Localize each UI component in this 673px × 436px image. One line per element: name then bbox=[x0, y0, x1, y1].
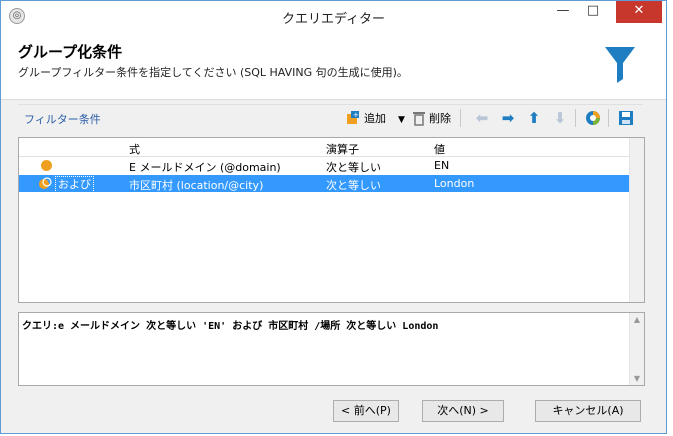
add-dropdown-arrow-icon[interactable]: ▼ bbox=[398, 112, 405, 128]
query-scrollbar[interactable]: ▲ ▼ bbox=[629, 313, 644, 385]
wizard-header: グループ化条件 グループフィルター条件を指定してください (SQL HAVING… bbox=[1, 31, 666, 100]
page-title: グループ化条件 bbox=[18, 43, 123, 61]
filter-section: フィルター条件 + 追加 ▼ 削除 ⬅ ➡ ⬆ ⬇ bbox=[18, 104, 643, 131]
condition-row-selected[interactable]: および 市区町村 (location/@city) 次と等しい London bbox=[19, 175, 630, 193]
row-operator[interactable]: 次と等しい bbox=[326, 177, 381, 193]
toolbar-separator bbox=[575, 109, 576, 127]
close-button[interactable]: ✕ bbox=[616, 1, 662, 23]
save-icon[interactable] bbox=[618, 110, 634, 126]
toolbar-separator bbox=[608, 109, 609, 127]
add-condition-icon: + bbox=[347, 111, 359, 124]
column-header-value[interactable]: 値 bbox=[434, 141, 445, 157]
column-header-operator[interactable]: 演算子 bbox=[326, 141, 359, 157]
condition-icon bbox=[41, 160, 52, 171]
condition-row[interactable]: E メールドメイン (@domain) 次と等しい EN bbox=[19, 157, 630, 174]
scroll-down-icon[interactable]: ▼ bbox=[630, 374, 644, 383]
row-value[interactable]: EN bbox=[434, 159, 449, 172]
row-prefix: および bbox=[55, 176, 94, 193]
minimize-button[interactable]: — bbox=[548, 1, 578, 23]
arrow-left-icon[interactable]: ⬅ bbox=[473, 110, 491, 126]
add-label: 追加 bbox=[364, 112, 386, 125]
maximize-button[interactable]: □ bbox=[578, 1, 608, 23]
previous-button[interactable]: < 前へ(P) bbox=[333, 400, 399, 422]
arrow-down-icon[interactable]: ⬇ bbox=[551, 110, 569, 126]
page-subtitle: グループフィルター条件を指定してください (SQL HAVING 句の生成に使用… bbox=[18, 66, 408, 79]
distribution-chart-icon[interactable] bbox=[585, 110, 601, 126]
filter-toolbar: フィルター条件 + 追加 ▼ 削除 ⬅ ➡ ⬆ ⬇ bbox=[18, 104, 643, 131]
arrow-up-icon[interactable]: ⬆ bbox=[525, 110, 543, 126]
row-value[interactable]: London bbox=[434, 177, 474, 190]
row-expression[interactable]: E メールドメイン (@domain) bbox=[129, 159, 281, 175]
toolbar-separator bbox=[460, 109, 461, 127]
add-button[interactable]: + 追加 bbox=[345, 110, 386, 126]
trash-icon bbox=[413, 112, 425, 126]
title-bar[interactable]: ◎ クエリエディター — □ ✕ bbox=[1, 1, 666, 31]
filter-conditions-label: フィルター条件 bbox=[24, 113, 101, 126]
row-expression[interactable]: 市区町村 (location/@city) bbox=[129, 177, 263, 193]
grid-scrollbar[interactable] bbox=[629, 138, 644, 302]
arrow-right-icon[interactable]: ➡ bbox=[499, 110, 517, 126]
svg-text:+: + bbox=[353, 111, 359, 119]
and-condition-icon bbox=[39, 177, 52, 190]
cancel-button[interactable]: キャンセル(A) bbox=[535, 400, 641, 422]
query-preview: クエリ:e メールドメイン 次と等しい 'EN' および 市区町村 /場所 次と… bbox=[18, 312, 645, 386]
delete-button[interactable]: 削除 bbox=[412, 110, 451, 126]
scroll-up-icon[interactable]: ▲ bbox=[630, 315, 644, 324]
filter-conditions-grid: 式 演算子 値 E メールドメイン (@domain) 次と等しい EN および… bbox=[18, 137, 645, 303]
query-text: クエリ:e メールドメイン 次と等しい 'EN' および 市区町村 /場所 次と… bbox=[22, 321, 439, 332]
next-button[interactable]: 次へ(N) > bbox=[422, 400, 504, 422]
row-operator[interactable]: 次と等しい bbox=[326, 159, 381, 175]
delete-label: 削除 bbox=[429, 112, 451, 125]
filter-funnel-icon bbox=[605, 47, 635, 83]
grid-header: 式 演算子 値 bbox=[19, 138, 630, 157]
column-header-expression[interactable]: 式 bbox=[129, 141, 140, 157]
query-editor-window: ◎ クエリエディター — □ ✕ グループ化条件 グループフィルター条件を指定し… bbox=[0, 0, 667, 434]
